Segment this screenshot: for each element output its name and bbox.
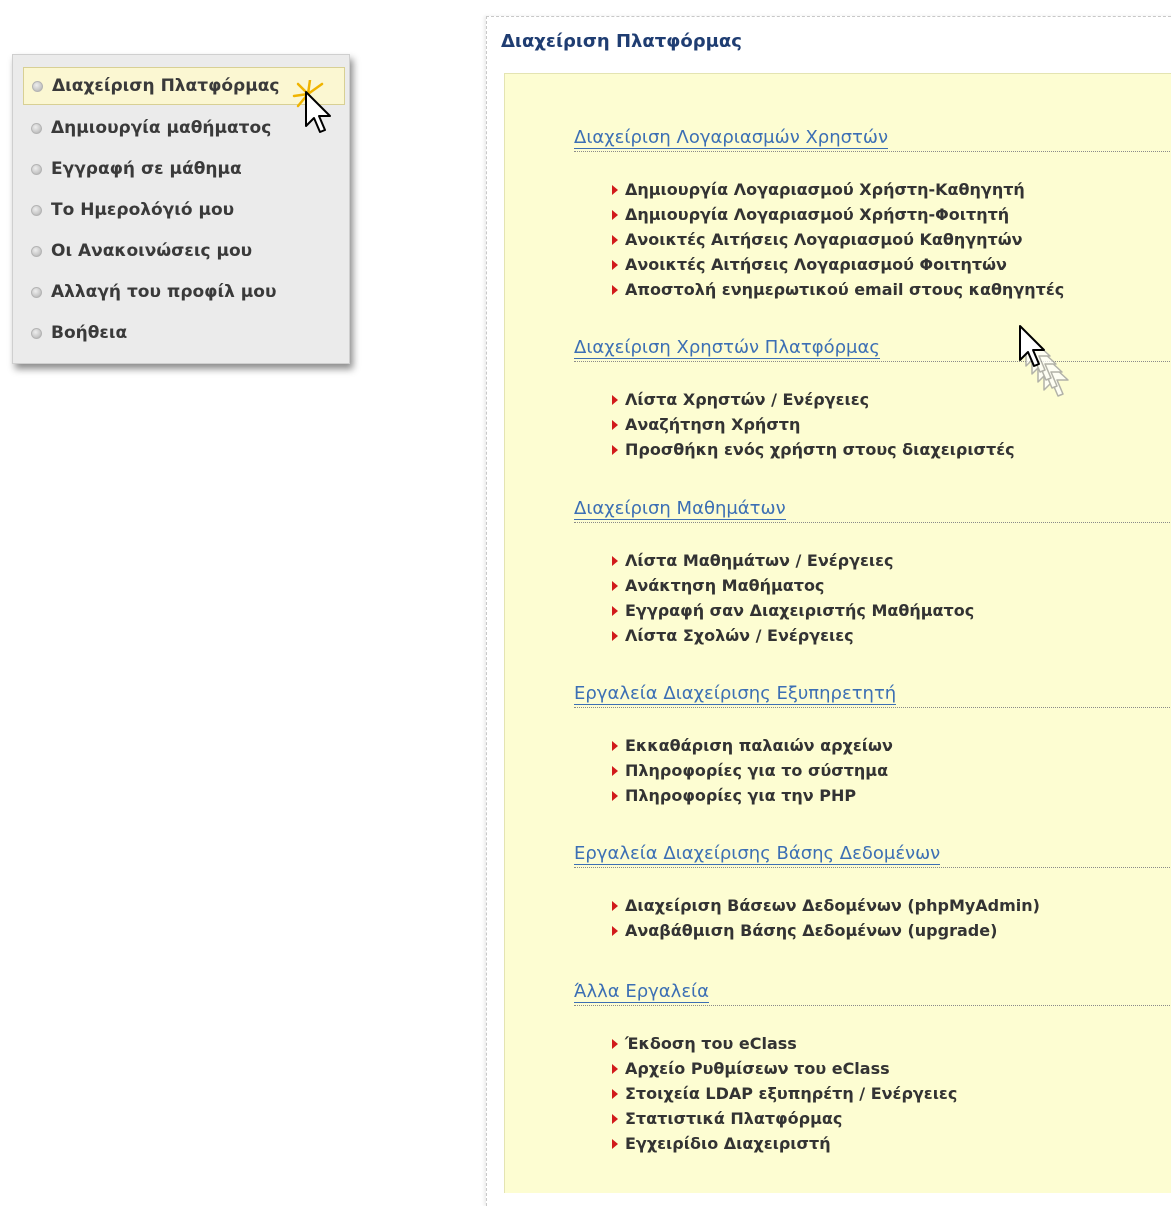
list-item[interactable]: Στοιχεία LDAP εξυπηρέτη / Ενέργειες <box>612 1081 957 1106</box>
list-item[interactable]: Εγγραφή σαν Διαχειριστής Μαθήματος <box>612 598 974 623</box>
link-list: Λίστα Χρηστών / Ενέργειες Αναζήτηση Χρήσ… <box>612 387 1015 462</box>
red-arrow-icon <box>612 925 618 936</box>
bullet-icon <box>31 204 42 216</box>
list-item[interactable]: Δημιουργία Λογαριασμού Χρήστη-Καθηγητή <box>612 177 1064 202</box>
red-arrow-icon <box>612 1088 618 1099</box>
list-item[interactable]: Αποστολή ενημερωτικού email στους καθηγη… <box>612 277 1064 302</box>
red-arrow-icon <box>612 394 618 405</box>
list-item[interactable]: Αρχείο Ρυθμίσεων του eClass <box>612 1056 957 1081</box>
list-item[interactable]: Ανάκτηση Μαθήματος <box>612 573 974 598</box>
red-arrow-icon <box>612 284 618 295</box>
section-title-link[interactable]: Άλλα Εργαλεία <box>574 981 1171 1006</box>
red-arrow-icon <box>612 580 618 591</box>
section-title-link[interactable]: Διαχείριση Μαθημάτων <box>574 498 1171 523</box>
red-arrow-icon <box>612 740 618 751</box>
red-arrow-icon <box>612 630 618 641</box>
link-list: Διαχείριση Βάσεων Δεδομένων (phpMyAdmin)… <box>612 893 1040 943</box>
link-list: Δημιουργία Λογαριασμού Χρήστη-Καθηγητή Δ… <box>612 177 1064 302</box>
list-item[interactable]: Διαχείριση Βάσεων Δεδομένων (phpMyAdmin) <box>612 893 1040 918</box>
section-title-link[interactable]: Διαχείριση Λογαριασμών Χρηστών <box>574 127 1171 152</box>
section-title-link[interactable]: Διαχείριση Χρηστών Πλατφόρμας <box>574 337 1171 362</box>
list-item[interactable]: Εγχειρίδιο Διαχειριστή <box>612 1131 957 1156</box>
list-item[interactable]: Πληροφορίες για το σύστημα <box>612 758 893 783</box>
bullet-icon <box>31 286 42 298</box>
sidebar-item-profile[interactable]: Αλλαγή του προφίλ μου <box>23 272 345 312</box>
sidebar-item-label: Εγγραφή σε μάθημα <box>51 159 242 179</box>
list-item[interactable]: Λίστα Χρηστών / Ενέργειες <box>612 387 1015 412</box>
link-list: Εκκαθάριση παλαιών αρχείων Πληροφορίες γ… <box>612 733 893 808</box>
sidebar-item-label: Δημιουργία μαθήματος <box>51 118 272 138</box>
sidebar-item-label: Το Ημερολόγιό μου <box>51 200 235 220</box>
section-courses: Διαχείριση Μαθημάτων Λίστα Μαθημάτων / Ε… <box>574 498 1171 645</box>
list-item[interactable]: Προσθήκη ενός χρήστη στους διαχειριστές <box>612 437 1015 462</box>
red-arrow-icon <box>612 1063 618 1074</box>
bullet-icon <box>31 245 42 257</box>
list-item[interactable]: Αναζήτηση Χρήστη <box>612 412 1015 437</box>
list-item[interactable]: Εκκαθάριση παλαιών αρχείων <box>612 733 893 758</box>
bullet-icon <box>31 122 42 134</box>
list-item[interactable]: Δημιουργία Λογαριασμού Χρήστη-Φοιτητή <box>612 202 1064 227</box>
bullet-icon <box>31 163 42 175</box>
red-arrow-icon <box>612 555 618 566</box>
sidebar-item-create-course[interactable]: Δημιουργία μαθήματος <box>23 108 345 148</box>
red-arrow-icon <box>612 259 618 270</box>
sidebar-item-help[interactable]: Βοήθεια <box>23 313 345 353</box>
red-arrow-icon <box>612 790 618 801</box>
list-item[interactable]: Πληροφορίες για την PHP <box>612 783 893 808</box>
sidebar-item-label: Αλλαγή του προφίλ μου <box>51 282 277 302</box>
list-item[interactable]: Στατιστικά Πλατφόρμας <box>612 1106 957 1131</box>
red-arrow-icon <box>612 605 618 616</box>
page-title: Διαχείριση Πλατφόρμας <box>501 31 742 52</box>
list-item[interactable]: Αναβάθμιση Βάσης Δεδομένων (upgrade) <box>612 918 1040 943</box>
sidebar-list: Διαχείριση Πλατφόρμας Δημιουργία μαθήματ… <box>23 67 345 354</box>
bullet-icon <box>31 327 42 339</box>
red-arrow-icon <box>612 1038 618 1049</box>
section-platform-users: Διαχείριση Χρηστών Πλατφόρμας Λίστα Χρησ… <box>574 337 1171 459</box>
sidebar-item-label: Διαχείριση Πλατφόρμας <box>52 76 280 96</box>
bullet-icon <box>32 80 43 92</box>
link-list: Λίστα Μαθημάτων / Ενέργειες Ανάκτηση Μαθ… <box>612 548 974 648</box>
red-arrow-icon <box>612 419 618 430</box>
section-other-tools: Άλλα Εργαλεία Έκδοση του eClass Αρχείο Ρ… <box>574 981 1171 1153</box>
sidebar-item-calendar[interactable]: Το Ημερολόγιό μου <box>23 190 345 230</box>
list-item[interactable]: Ανοικτές Αιτήσεις Λογαριασμού Καθηγητών <box>612 227 1064 252</box>
red-arrow-icon <box>612 209 618 220</box>
red-arrow-icon <box>612 1113 618 1124</box>
red-arrow-icon <box>612 444 618 455</box>
red-arrow-icon <box>612 765 618 776</box>
section-title-link[interactable]: Εργαλεία Διαχείρισης Βάσης Δεδομένων <box>574 843 1171 868</box>
section-server-tools: Εργαλεία Διαχείρισης Εξυπηρετητή Εκκαθάρ… <box>574 683 1171 805</box>
sidebar-item-course-registration[interactable]: Εγγραφή σε μάθημα <box>23 149 345 189</box>
main-panel: Διαχείριση Πλατφόρμας Διαχείριση Λογαρια… <box>486 16 1171 1206</box>
sidebar-item-label: Οι Ανακοινώσεις μου <box>51 241 253 261</box>
red-arrow-icon <box>612 184 618 195</box>
section-user-accounts: Διαχείριση Λογαριασμών Χρηστών Δημιουργί… <box>574 127 1171 299</box>
sidebar-item-platform-admin[interactable]: Διαχείριση Πλατφόρμας <box>23 67 345 105</box>
sidebar-item-announcements[interactable]: Οι Ανακοινώσεις μου <box>23 231 345 271</box>
red-arrow-icon <box>612 900 618 911</box>
section-database-tools: Εργαλεία Διαχείρισης Βάσης Δεδομένων Δια… <box>574 843 1171 940</box>
sidebar-item-label: Βοήθεια <box>51 323 128 343</box>
red-arrow-icon <box>612 234 618 245</box>
list-item[interactable]: Ανοικτές Αιτήσεις Λογαριασμού Φοιτητών <box>612 252 1064 277</box>
section-title-link[interactable]: Εργαλεία Διαχείρισης Εξυπηρετητή <box>574 683 1171 708</box>
sidebar-menu: Διαχείριση Πλατφόρμας Δημιουργία μαθήματ… <box>12 54 350 364</box>
red-arrow-icon <box>612 1138 618 1149</box>
list-item[interactable]: Λίστα Μαθημάτων / Ενέργειες <box>612 548 974 573</box>
list-item[interactable]: Έκδοση του eClass <box>612 1031 957 1056</box>
admin-content-box: Διαχείριση Λογαριασμών Χρηστών Δημιουργί… <box>504 73 1171 1193</box>
list-item[interactable]: Λίστα Σχολών / Ενέργειες <box>612 623 974 648</box>
link-list: Έκδοση του eClass Αρχείο Ρυθμίσεων του e… <box>612 1031 957 1156</box>
